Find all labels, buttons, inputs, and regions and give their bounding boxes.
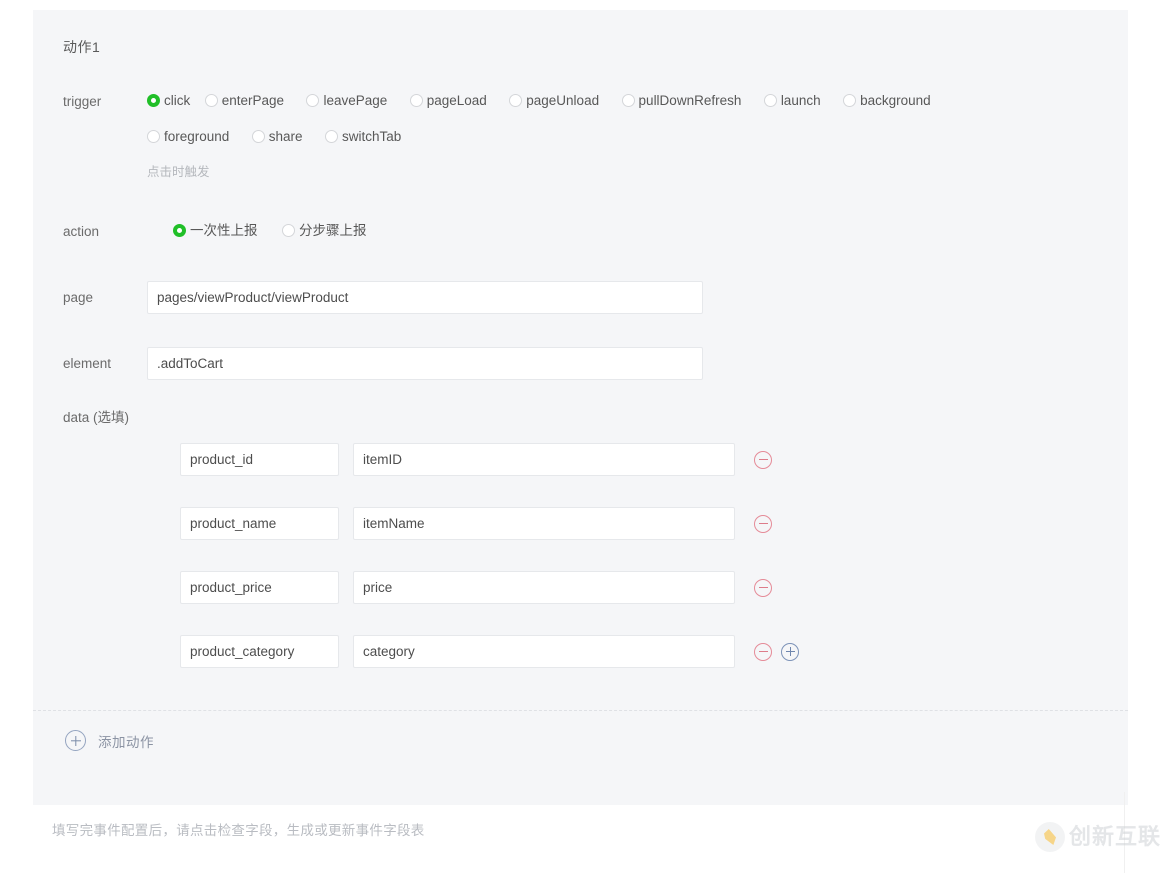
- radio-mark-icon: [843, 94, 856, 107]
- radio-mark-icon: [410, 94, 423, 107]
- radio-mark-icon: [306, 94, 319, 107]
- radio-label: switchTab: [342, 129, 401, 145]
- element-input[interactable]: [147, 347, 703, 380]
- radio-label: pullDownRefresh: [639, 93, 742, 109]
- minus-circle-icon[interactable]: [754, 643, 772, 661]
- radio-mark-icon: [282, 224, 295, 237]
- trigger-body: click enterPage leavePage pageLoad pageU…: [147, 92, 949, 180]
- radio-label: launch: [781, 93, 821, 109]
- radio-trigger-launch[interactable]: launch: [764, 93, 821, 109]
- data-value-input[interactable]: [353, 443, 735, 476]
- action-options-line: 一次性上报 分步骤上报: [173, 222, 376, 250]
- trigger-label: trigger: [63, 92, 101, 112]
- radio-label: pageLoad: [427, 93, 487, 109]
- data-value-input[interactable]: [353, 635, 735, 668]
- radio-trigger-switchtab[interactable]: switchTab: [325, 129, 401, 145]
- data-key-input[interactable]: [180, 635, 339, 668]
- page-body: [147, 281, 703, 314]
- radio-label: share: [269, 129, 303, 145]
- section-divider: [33, 710, 1128, 711]
- data-row: [180, 571, 772, 604]
- data-row: [180, 507, 772, 540]
- element-body: [147, 347, 703, 380]
- radio-label: leavePage: [323, 93, 387, 109]
- radio-label: pageUnload: [526, 93, 599, 109]
- data-value-input[interactable]: [353, 507, 735, 540]
- trigger-options-line-1: click enterPage leavePage pageLoad pageU…: [147, 92, 949, 120]
- radio-trigger-pageunload[interactable]: pageUnload: [509, 93, 599, 109]
- plus-circle-icon: [65, 730, 86, 751]
- cx-logo-icon: [1035, 822, 1065, 852]
- page-label: page: [63, 288, 93, 308]
- radio-label: click: [164, 93, 190, 109]
- radio-trigger-pageload[interactable]: pageLoad: [410, 93, 487, 109]
- page-title: 动作1: [63, 37, 100, 57]
- radio-label: 一次性上报: [190, 223, 258, 239]
- data-value-input[interactable]: [353, 571, 735, 604]
- radio-trigger-share[interactable]: share: [252, 129, 303, 145]
- page-input[interactable]: [147, 281, 703, 314]
- radio-trigger-pulldownrefresh[interactable]: pullDownRefresh: [622, 93, 742, 109]
- action-label: action: [63, 222, 99, 242]
- action-body: 一次性上报 分步骤上报: [173, 222, 376, 250]
- radio-label: foreground: [164, 129, 229, 145]
- radio-mark-icon: [147, 130, 160, 143]
- data-row: [180, 635, 799, 668]
- radio-mark-icon: [622, 94, 635, 107]
- data-key-input[interactable]: [180, 443, 339, 476]
- radio-mark-icon: [147, 94, 160, 107]
- minus-circle-icon[interactable]: [754, 579, 772, 597]
- add-action-label: 添加动作: [98, 731, 154, 751]
- radio-label: enterPage: [222, 93, 284, 109]
- trigger-hint: 点击时触发: [147, 164, 949, 180]
- footer-hint-text: 填写完事件配置后，请点击检查字段，生成或更新事件字段表: [52, 819, 425, 839]
- action-config-panel: 动作1 trigger click enterPage leavePage: [33, 10, 1128, 805]
- minus-circle-icon[interactable]: [754, 515, 772, 533]
- data-key-input[interactable]: [180, 507, 339, 540]
- radio-trigger-leavepage[interactable]: leavePage: [306, 93, 387, 109]
- radio-trigger-enterpage[interactable]: enterPage: [205, 93, 284, 109]
- radio-mark-icon: [205, 94, 218, 107]
- radio-mark-icon: [325, 130, 338, 143]
- element-label: element: [63, 354, 111, 374]
- watermark-text: 创新互联: [1069, 824, 1161, 850]
- radio-mark-icon: [252, 130, 265, 143]
- add-action-button[interactable]: 添加动作: [65, 730, 154, 751]
- radio-label: 分步骤上报: [299, 223, 367, 239]
- radio-label: background: [860, 93, 931, 109]
- radio-action-onetime[interactable]: 一次性上报: [173, 223, 258, 239]
- radio-trigger-background[interactable]: background: [843, 93, 931, 109]
- minus-circle-icon[interactable]: [754, 451, 772, 469]
- data-key-input[interactable]: [180, 571, 339, 604]
- radio-mark-icon: [764, 94, 777, 107]
- watermark: 创新互联: [1035, 822, 1161, 852]
- radio-trigger-foreground[interactable]: foreground: [147, 129, 229, 145]
- radio-action-stepwise[interactable]: 分步骤上报: [282, 223, 367, 239]
- radio-trigger-click[interactable]: click: [147, 93, 190, 109]
- radio-mark-icon: [173, 224, 186, 237]
- trigger-options-line-2: foreground share switchTab: [147, 128, 949, 156]
- plus-circle-icon[interactable]: [781, 643, 799, 661]
- data-section-label: data (选填): [63, 408, 129, 428]
- data-row: [180, 443, 772, 476]
- radio-mark-icon: [509, 94, 522, 107]
